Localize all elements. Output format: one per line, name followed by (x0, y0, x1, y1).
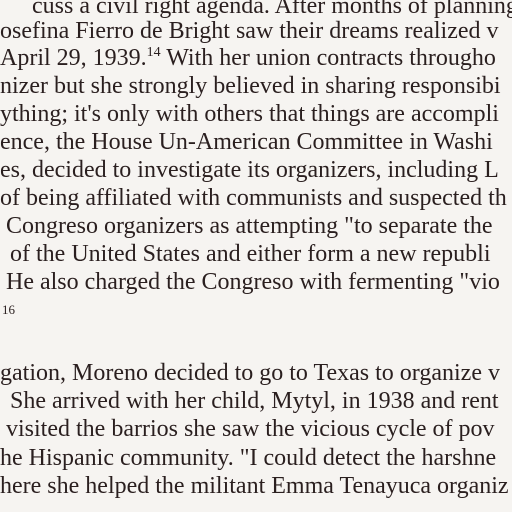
text-line-4: nizer but she strongly believed in shari… (0, 73, 501, 99)
text-line-14: visited the barrios she saw the vicious … (6, 416, 495, 442)
text-line-16: here she helped the militant Emma Tenayu… (0, 473, 509, 499)
document-page: cuss a civil right agenda. After months … (0, 0, 512, 512)
text-line-7: es, decided to investigate its organizer… (0, 157, 499, 183)
text-line-6: ence, the House Un-American Committee in… (0, 129, 493, 155)
text-line-3-date: April 29, 1939. (0, 45, 147, 71)
text-line-13: She arrived with her child, Mytyl, in 19… (10, 388, 499, 414)
text-line-15: he Hispanic community. "I could detect t… (0, 445, 497, 471)
footnote-marker: 16 (2, 302, 15, 317)
text-line-9: Congreso organizers as attempting "to se… (6, 213, 493, 239)
text-line-5: ything; it's only with others that thing… (0, 101, 499, 127)
text-line-1: cuss a civil right agenda. After months … (32, 0, 512, 19)
text-line-11: He also charged the Congreso with fermen… (6, 269, 500, 295)
text-line-3: April 29, 1939.14 With her union contrac… (0, 45, 496, 71)
text-line-2: osefina Fierro de Bright saw their dream… (0, 18, 499, 44)
text-line-3-rest: With her union contracts througho (160, 45, 496, 71)
text-line-8: of being affiliated with communists and … (0, 185, 507, 211)
text-line-12: gation, Moreno decided to go to Texas to… (0, 360, 500, 386)
text-line-10: of the United States and either form a n… (10, 241, 491, 267)
footnote-ref-14: 14 (146, 45, 161, 60)
